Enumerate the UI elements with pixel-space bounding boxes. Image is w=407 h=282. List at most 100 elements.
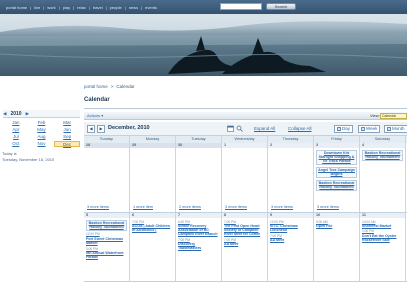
nav-relax[interactable]: relax — [77, 5, 86, 10]
more-items-link[interactable]: 3 more items — [225, 205, 247, 209]
day-number[interactable]: 2 — [268, 143, 313, 148]
month-link[interactable]: Jul — [3, 134, 29, 140]
collapse-all-link[interactable]: Collapse All — [288, 126, 312, 131]
breadcrumb: portal home > Calendar — [84, 84, 135, 89]
calendar-event[interactable]: 12:00 PM N.I.C. Christmas Luncheon — [270, 220, 311, 233]
day-number[interactable]: 28 — [84, 143, 129, 148]
more-items-link[interactable]: 3 more items — [317, 205, 339, 209]
nav-people[interactable]: people — [110, 5, 122, 10]
calendar-icon[interactable] — [227, 125, 234, 132]
day-cell[interactable]: 30 2 more items — [176, 143, 222, 212]
event-title: AA Meet — [224, 242, 239, 247]
calendar-event[interactable]: 12:00 PM Port Street Christmas Market — [86, 232, 127, 245]
next-month-button[interactable]: ▶ — [97, 125, 105, 133]
day-number[interactable]: 1 — [222, 143, 267, 148]
more-items-link[interactable]: 2 more items — [179, 205, 201, 209]
more-items-link[interactable]: 3 more items — [271, 205, 293, 209]
day-number[interactable]: 30 — [176, 143, 221, 148]
nav-play[interactable]: play — [63, 5, 70, 10]
calendar-event[interactable]: 6:30 PM Stroke Recovery Association of BC… — [178, 220, 219, 237]
day-cell[interactable]: 1 3 more items — [222, 143, 268, 212]
calendar-event[interactable]: Downtown Kirt Starlight Shopping & Tie T… — [316, 149, 357, 166]
month-link[interactable]: Jun — [54, 127, 80, 133]
day-cell[interactable]: 6 7:00 PM ACOA | Adult Children of Alcohol… — [130, 213, 176, 281]
expand-all-link[interactable]: Expand All — [254, 126, 275, 131]
more-items-link[interactable]: 1 more item — [133, 205, 153, 209]
day-number[interactable]: 4 — [360, 143, 405, 148]
calendar-event[interactable]: 10:00 AM Shorefest Market — [362, 220, 403, 228]
calendar-event[interactable]: 3:00 PM 5th Annual Waterfront Parade — [86, 247, 127, 260]
calendar-event[interactable]: Bastion Recreational Hockey Tournament — [362, 149, 403, 161]
search-icon[interactable] — [236, 125, 243, 132]
calendar-event[interactable]: Angel Tree Campaign Begins — [316, 166, 357, 179]
month-link[interactable]: Aug — [29, 134, 55, 140]
calendar-event[interactable]: 7:00 PM Discovery Toastmasters — [178, 238, 219, 251]
day-number[interactable]: 7 — [176, 213, 221, 218]
month-link[interactable]: Apr — [3, 127, 29, 133]
breadcrumb-home[interactable]: portal home — [84, 84, 108, 89]
event-title: Port Street Christmas Market — [86, 236, 123, 245]
next-year-button[interactable]: ▶ — [26, 111, 29, 117]
event-title: Stroke Recovery Association of BC Campbe… — [178, 223, 218, 237]
divider — [84, 108, 407, 109]
nav-news[interactable]: news — [129, 5, 138, 10]
day-number[interactable]: 11 — [360, 213, 405, 218]
day-number[interactable]: 3 — [314, 143, 359, 148]
day-cell[interactable]: 8 7:00 PM The First Open Heart Society of … — [222, 213, 268, 281]
day-number[interactable]: 29 — [130, 143, 175, 148]
day-number[interactable]: 9 — [268, 213, 313, 218]
day-cell[interactable]: 9 12:00 PM N.I.C. Christmas Luncheon 7:00 P… — [268, 213, 314, 281]
day-cell[interactable]: 7 6:30 PM Stroke Recovery Association of B… — [176, 213, 222, 281]
nav-travel[interactable]: travel — [93, 5, 103, 10]
day-number[interactable]: 10 — [314, 213, 359, 218]
month-link[interactable]: Mar — [54, 120, 80, 126]
more-items-link[interactable]: 3 more items — [87, 205, 109, 209]
day-cell[interactable]: 29 1 more item — [130, 143, 176, 212]
day-view-button[interactable]: Day — [334, 125, 354, 133]
month-link[interactable]: Sep — [54, 134, 80, 140]
day-cell[interactable]: 28 3 more items — [84, 143, 130, 212]
month-link[interactable]: Dec — [54, 141, 80, 147]
day-cell[interactable]: 3 Downtown Kirt Starlight Shopping & Tie … — [314, 143, 360, 212]
calendar-event[interactable]: 7:00 PM ACOA | Adult Children of Alcoholi… — [132, 220, 173, 233]
nav-live[interactable]: live — [34, 5, 40, 10]
day-number[interactable]: 5 — [84, 213, 129, 218]
month-link[interactable]: Jan — [3, 120, 29, 126]
event-title: Open File — [316, 223, 333, 228]
prev-year-button[interactable]: ◀ — [3, 111, 6, 117]
page-title: Calendar — [84, 97, 110, 103]
nav-events[interactable]: events — [145, 5, 157, 10]
prev-month-button[interactable]: ◀ — [87, 125, 95, 133]
month-link[interactable]: May — [29, 127, 55, 133]
nav-portal-home[interactable]: portal home — [6, 5, 27, 10]
week-view-icon — [361, 127, 365, 131]
month-view-button[interactable]: Month — [384, 125, 407, 133]
week-view-button[interactable]: Week — [358, 125, 381, 133]
nav-work[interactable]: work — [47, 5, 55, 10]
weekday-label: Sunday — [84, 136, 130, 143]
weekday-label: Tuesday — [176, 136, 222, 143]
month-link[interactable]: Oct — [3, 141, 29, 147]
month-link[interactable]: Nov — [29, 141, 55, 147]
actions-bar: Actions ▾ View: Calendar — [84, 112, 407, 120]
calendar-event[interactable]: 7:00 PM AA Meet — [270, 234, 311, 242]
search-button[interactable]: Search — [266, 3, 296, 10]
view-select[interactable]: Calendar — [380, 113, 407, 119]
calendar-event[interactable]: 1:00 PM Don't Eat the Oyster Rockefeller … — [362, 229, 403, 242]
actions-menu[interactable]: Actions ▾ — [87, 113, 103, 118]
day-number[interactable]: 6 — [130, 213, 175, 218]
day-cell[interactable]: 4 Bastion Recreational Hockey Tournament — [360, 143, 406, 212]
day-cell[interactable]: 11 10:00 AM Shorefest Market 1:00 PM Don't E… — [360, 213, 406, 281]
day-cell[interactable]: 5 Bastion Recreational Hockey Tournament 1… — [84, 213, 130, 281]
month-link[interactable]: Feb — [29, 120, 55, 126]
day-cell[interactable]: 2 3 more items — [268, 143, 314, 212]
search-input[interactable] — [220, 3, 262, 10]
calendar-event[interactable]: 7:00 PM AA Meet — [224, 238, 265, 246]
calendar-event[interactable]: Bastion Recreational Hockey Tournament — [86, 219, 127, 231]
calendar-event[interactable]: Bastion Recreational Hockey Tournament — [316, 179, 357, 191]
day-cell[interactable]: 10 9:00 AM Open File — [314, 213, 360, 281]
calendar-event[interactable]: 7:00 PM The First Open Heart Society of C… — [224, 220, 265, 237]
calendar-event[interactable]: 9:00 AM Open File — [316, 220, 357, 228]
day-number[interactable]: 8 — [222, 213, 267, 218]
event-title: Shorefest Market — [362, 223, 392, 228]
